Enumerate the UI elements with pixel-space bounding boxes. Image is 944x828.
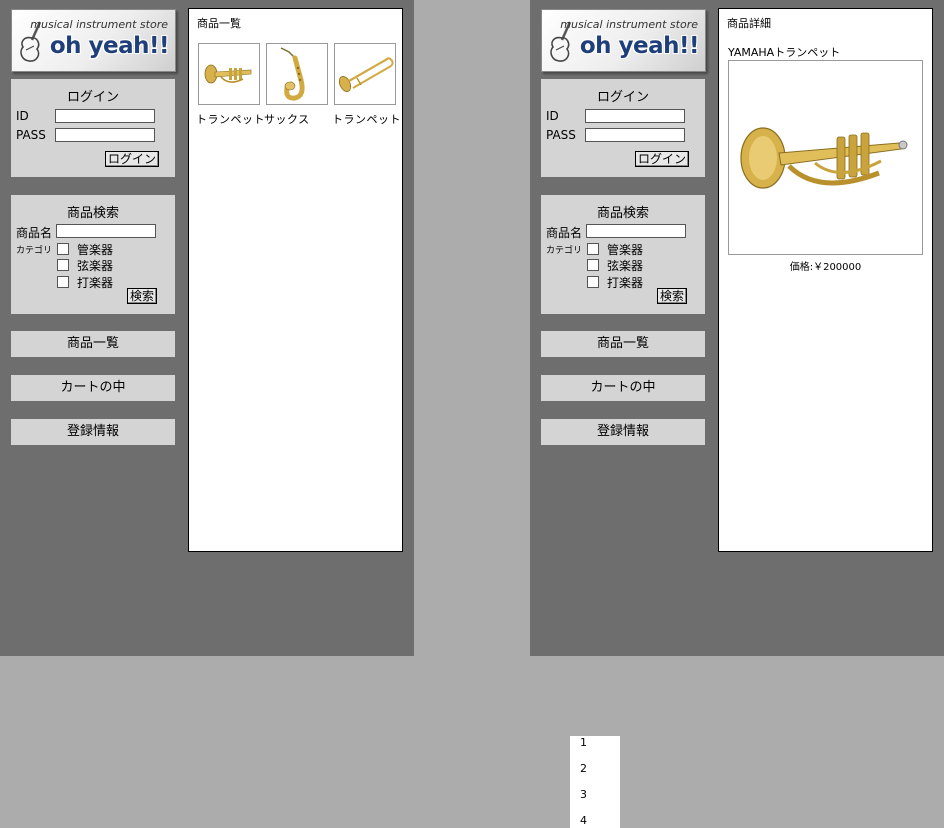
nav-product-list-button[interactable]: 商品一覧 [541,331,705,357]
nav-registration-button[interactable]: 登録情報 [541,419,705,445]
pass-label: PASS [546,128,576,142]
category-label: カテゴリ [546,246,583,256]
category-checkbox-strings[interactable] [587,259,599,271]
login-box: ログイン ID PASS ログイン [541,79,705,177]
login-box: ログイン ID PASS ログイン [11,79,175,177]
category-checkbox-strings[interactable] [57,259,69,271]
category-label-brass: 管楽器 [607,243,644,257]
category-checkbox-percussion[interactable] [57,276,69,288]
category-label-percussion: 打楽器 [607,276,644,290]
id-label: ID [16,109,29,123]
search-box: 商品検索 商品名 カテゴリ 管楽器 弦楽器 打楽器 検索 [541,195,705,314]
product-name-label: 商品名 [546,226,583,240]
product-name[interactable]: サックス [264,111,310,127]
pagination-list: 1 2 3 4 [570,736,620,828]
product-name-input[interactable] [56,224,156,238]
product-name-input[interactable] [586,224,686,238]
product-detail-title: 商品詳細 [727,17,771,30]
pass-input[interactable] [585,128,685,142]
store-tagline: musical instrument store [30,18,168,31]
trumpet-image [728,60,923,255]
page-link[interactable]: 2 [580,762,587,775]
pass-input[interactable] [55,128,155,142]
product-card[interactable]: トランペット [196,43,265,126]
category-label-percussion: 打楽器 [77,276,114,290]
search-button[interactable]: 検索 [657,288,688,304]
product-name-label: 商品名 [16,226,53,240]
search-button[interactable]: 検索 [127,288,158,304]
nav-cart-button[interactable]: カートの中 [541,375,705,401]
product-name[interactable]: トランペット [332,111,401,127]
login-button[interactable]: ログイン [105,151,160,167]
category-label-brass: 管楽器 [77,243,114,257]
store-logo[interactable]: musical instrument store oh yeah!! [541,9,706,72]
id-input[interactable] [55,109,155,123]
saxophone-image[interactable] [266,43,328,105]
nav-cart-button[interactable]: カートの中 [11,375,175,401]
category-checkbox-percussion[interactable] [587,276,599,288]
page-link[interactable]: 3 [580,788,587,801]
search-box: 商品検索 商品名 カテゴリ 管楽器 弦楽器 打楽器 検索 [11,195,175,314]
category-label-strings: 弦楽器 [77,259,114,273]
id-label: ID [546,109,559,123]
category-checkbox-brass[interactable] [587,243,599,255]
trumpet-image[interactable] [198,43,260,105]
detail-price: 価格:￥200000 [789,262,862,273]
store-tagline: musical instrument store [560,18,698,31]
product-card[interactable]: トランペット [332,43,401,126]
category-label: カテゴリ [16,246,53,256]
category-checkbox-brass[interactable] [57,243,69,255]
nav-registration-button[interactable]: 登録情報 [11,419,175,445]
product-card[interactable]: サックス [264,43,328,126]
product-list-content: 商品一覧 トランペット サックス トランペット [188,8,403,552]
product-detail-content: 商品詳細 YAMAHAトランペット 価格:￥200000 [718,8,933,552]
nav-product-list-button[interactable]: 商品一覧 [11,331,175,357]
search-title: 商品検索 [596,206,649,221]
login-button[interactable]: ログイン [635,151,690,167]
pass-label: PASS [16,128,46,142]
page-link[interactable]: 4 [580,814,587,827]
search-title: 商品検索 [66,206,119,221]
product-name[interactable]: トランペット [196,111,265,127]
store-name: oh yeah!! [579,33,700,59]
detail-product-name: YAMAHAトランペット [728,46,841,59]
category-label-strings: 弦楽器 [607,259,644,273]
page-link[interactable]: 1 [580,736,587,749]
trombone-image[interactable] [334,43,396,105]
store-logo[interactable]: musical instrument store oh yeah!! [11,9,176,72]
product-list-title: 商品一覧 [197,17,241,30]
id-input[interactable] [585,109,685,123]
store-name: oh yeah!! [49,33,170,59]
login-title: ログイン [66,90,119,105]
login-title: ログイン [596,90,649,105]
